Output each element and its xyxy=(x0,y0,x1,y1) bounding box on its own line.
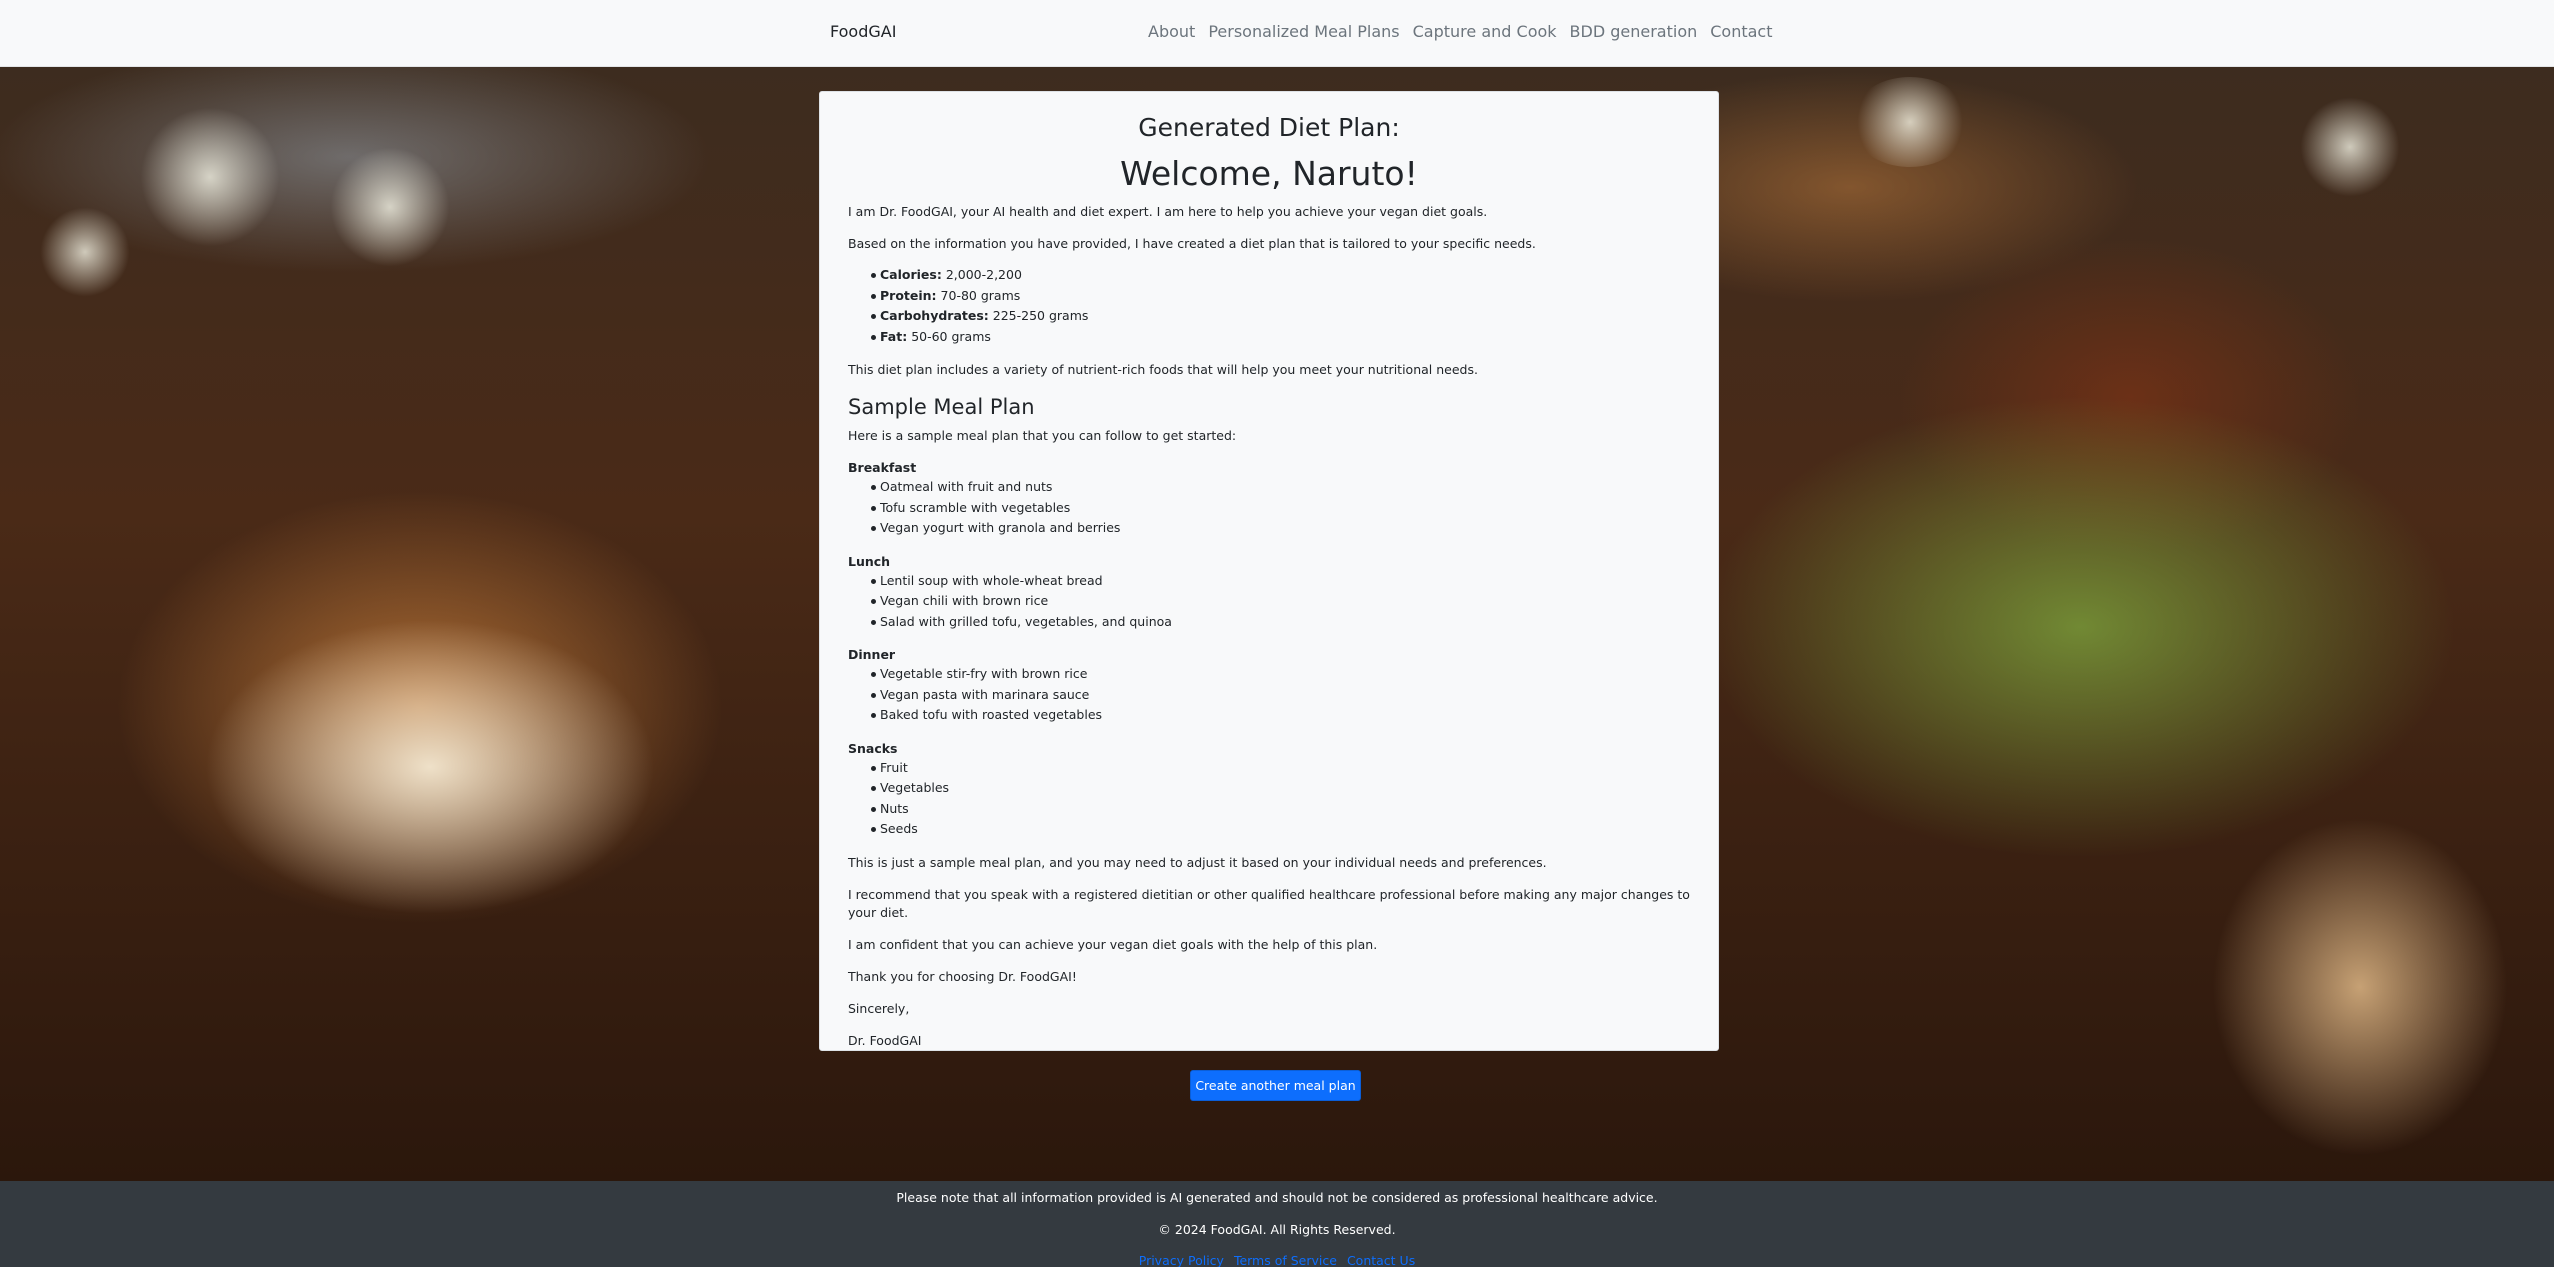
list-item: Vegan pasta with marinara sauce xyxy=(848,685,1690,706)
diet-plan-card: Generated Diet Plan: Welcome, Naruto! I … xyxy=(819,91,1719,1051)
brand-link[interactable]: FoodGAI xyxy=(830,22,896,41)
macro-calories: Calories: 2,000-2,200 xyxy=(848,265,1690,286)
list-item: Lentil soup with whole-wheat bread xyxy=(848,571,1690,592)
variety-text: This diet plan includes a variety of nut… xyxy=(848,362,1478,377)
nav-link-bdd-generation[interactable]: BDD generation xyxy=(1570,22,1698,41)
list-item: Tofu scramble with vegetables xyxy=(848,498,1690,519)
thank-you-text: Thank you for choosing Dr. FoodGAI! xyxy=(848,968,1077,984)
list-item: Seeds xyxy=(848,819,1690,840)
footer-links: Privacy Policy Terms of Service Contact … xyxy=(0,1253,2554,1267)
meal-items: Fruit Vegetables Nuts Seeds xyxy=(848,758,1690,840)
list-item: Baked tofu with roasted vegetables xyxy=(848,705,1690,726)
list-item: Salad with grilled tofu, vegetables, and… xyxy=(848,612,1690,633)
list-item: Vegan chili with brown rice xyxy=(848,591,1690,612)
meal-name: Lunch xyxy=(848,553,891,569)
nav-link-about[interactable]: About xyxy=(1148,22,1195,41)
list-item: Vegetables xyxy=(848,778,1690,799)
card-heading: Generated Diet Plan: xyxy=(1138,113,1400,142)
list-item: Fruit xyxy=(848,758,1690,779)
meal-lunch: Lunch Lentil soup with whole-wheat bread… xyxy=(848,553,1690,633)
meal-name: Breakfast xyxy=(848,460,917,475)
list-item: Vegetable stir-fry with brown rice xyxy=(848,664,1690,685)
list-item: Oatmeal with fruit and nuts xyxy=(848,477,1690,498)
macro-protein: Protein: 70-80 grams xyxy=(848,286,1690,307)
meal-name: Dinner xyxy=(848,647,896,662)
sincerely-text: Sincerely, xyxy=(848,1000,910,1016)
meal-name: Snacks xyxy=(848,740,898,756)
recommend-text: I recommend that you speak with a regist… xyxy=(848,886,1690,920)
ai-disclaimer: Please note that all information provide… xyxy=(896,1190,1658,1205)
terms-of-service-link[interactable]: Terms of Service xyxy=(1234,1253,1337,1267)
navbar: FoodGAI About Personalized Meal Plans Ca… xyxy=(0,0,2554,67)
macro-carbohydrates: Carbohydrates: 225-250 grams xyxy=(848,306,1690,327)
footer: Please note that all information provide… xyxy=(0,1181,2554,1267)
nav-link-contact[interactable]: Contact xyxy=(1710,22,1772,41)
copyright: © 2024 FoodGAI. All Rights Reserved. xyxy=(1158,1222,1396,1237)
contact-us-link[interactable]: Contact Us xyxy=(1347,1253,1415,1267)
meal-dinner: Dinner Vegetable stir-fry with brown ric… xyxy=(848,646,1690,726)
basis-text: Based on the information you have provid… xyxy=(848,236,1536,251)
meal-items: Lentil soup with whole-wheat bread Vegan… xyxy=(848,571,1690,633)
meal-snacks: Snacks Fruit Vegetables Nuts Seeds xyxy=(848,740,1690,840)
sample-meal-plan-title: Sample Meal Plan xyxy=(848,395,1035,419)
signature-text: Dr. FoodGAI xyxy=(848,1032,922,1048)
adjust-text: This is just a sample meal plan, and you… xyxy=(848,854,1547,870)
meal-breakfast: Breakfast Oatmeal with fruit and nuts To… xyxy=(848,459,1690,539)
nav-links: About Personalized Meal Plans Capture an… xyxy=(1148,22,1773,41)
meal-items: Vegetable stir-fry with brown rice Vegan… xyxy=(848,664,1690,726)
create-another-meal-plan-button[interactable]: Create another meal plan xyxy=(1190,1070,1361,1101)
list-item: Nuts xyxy=(848,799,1690,820)
meal-items: Oatmeal with fruit and nuts Tofu scrambl… xyxy=(848,477,1690,539)
privacy-policy-link[interactable]: Privacy Policy xyxy=(1139,1253,1224,1267)
nav-link-capture-and-cook[interactable]: Capture and Cook xyxy=(1413,22,1557,41)
intro-text: I am Dr. FoodGAI, your AI health and die… xyxy=(848,204,1488,219)
sample-intro-text: Here is a sample meal plan that you can … xyxy=(848,428,1237,443)
confident-text: I am confident that you can achieve your… xyxy=(848,936,1378,952)
list-item: Vegan yogurt with granola and berries xyxy=(848,518,1690,539)
macros-list: Calories: 2,000-2,200 Protein: 70-80 gra… xyxy=(848,265,1690,347)
nav-link-personalized-meal-plans[interactable]: Personalized Meal Plans xyxy=(1208,22,1399,41)
welcome-title: Welcome, Naruto! xyxy=(1120,154,1418,193)
macro-fat: Fat: 50-60 grams xyxy=(848,327,1690,348)
